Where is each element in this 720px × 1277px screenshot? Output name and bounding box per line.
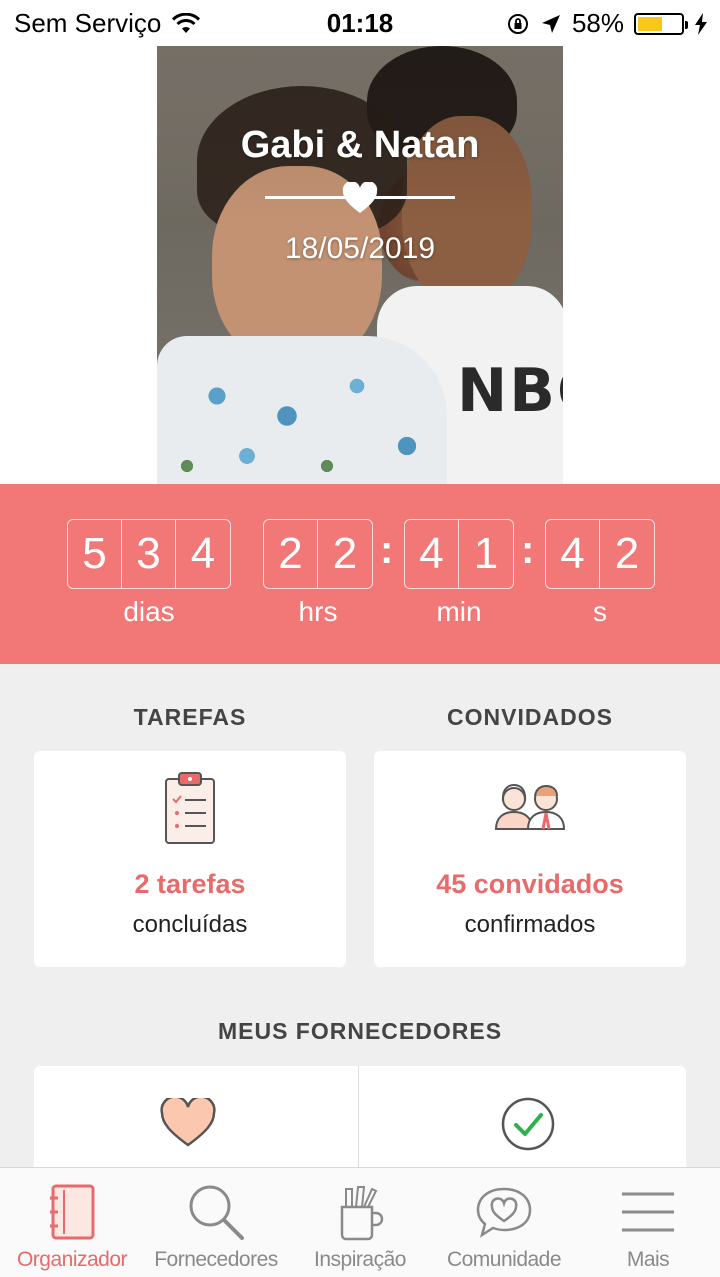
- notebook-icon: [50, 1184, 95, 1240]
- tab-label: Inspiração: [314, 1248, 406, 1271]
- tasks-subtitle: concluídas: [132, 911, 248, 938]
- tab-label: Organizador: [16, 1248, 128, 1271]
- guests-heading: CONVIDADOS: [447, 704, 613, 730]
- countdown-digit: 3: [122, 520, 176, 588]
- favorite-suppliers-cell[interactable]: [34, 1066, 358, 1176]
- countdown-digit: 4: [190, 529, 216, 578]
- hired-suppliers-cell[interactable]: [359, 1066, 686, 1176]
- countdown-minutes: 4 1: [404, 519, 514, 589]
- couple-guests-icon: [494, 783, 566, 830]
- countdown-label-seconds: s: [593, 596, 607, 627]
- guests-subtitle: confirmados: [464, 911, 596, 938]
- countdown-digit: 1: [473, 529, 499, 578]
- status-bar: Sem Serviço 01:18 58%: [0, 0, 720, 46]
- chat-heart-icon: [476, 1187, 532, 1238]
- tasks-count: 2 tarefas: [134, 869, 246, 899]
- suppliers-heading: MEUS FORNECEDORES: [217, 1018, 503, 1044]
- tasks-card[interactable]: 2 tarefas concluídas: [34, 751, 346, 967]
- location-arrow-icon: [541, 14, 560, 33]
- countdown-separator: :: [521, 528, 535, 572]
- tab-fornecedores[interactable]: Fornecedores: [144, 1168, 288, 1277]
- tab-inspiracao[interactable]: Inspiração: [288, 1168, 432, 1277]
- countdown-hours: 2 2: [263, 519, 373, 589]
- wedding-date: 18/05/2019: [284, 232, 436, 265]
- countdown-panel: 5 3 4 2 2 : 4 1 : 4 2 dias hrs min s: [0, 484, 720, 664]
- orientation-lock-icon: [507, 13, 528, 34]
- menu-icon: [622, 1192, 674, 1232]
- countdown-label-hours: hrs: [298, 596, 338, 627]
- tab-mais[interactable]: Mais: [576, 1168, 720, 1277]
- charging-bolt-icon: [695, 12, 707, 35]
- pencil-cup-icon: [340, 1186, 384, 1241]
- countdown-seconds: 4 2: [545, 519, 655, 589]
- countdown-digit: 2: [332, 529, 358, 578]
- tab-comunidade[interactable]: Comunidade: [432, 1168, 576, 1277]
- check-circle-icon: [501, 1097, 555, 1151]
- tab-label: Fornecedores: [154, 1248, 278, 1271]
- search-icon: [189, 1185, 244, 1240]
- countdown-label-days: dias: [123, 596, 175, 627]
- countdown-digit: 4: [405, 520, 459, 588]
- countdown-digit: 2: [264, 520, 318, 588]
- countdown-digit: 2: [614, 529, 640, 578]
- countdown-days: 5 3 4: [67, 519, 231, 589]
- tab-label: Mais: [626, 1248, 670, 1271]
- guests-card[interactable]: 45 convidados confirmados: [374, 751, 686, 967]
- clipboard-checklist-icon: [165, 772, 215, 844]
- heart-icon: [342, 182, 378, 213]
- couple-names: Gabi & Natan: [240, 124, 480, 166]
- tab-organizador[interactable]: Organizador: [0, 1168, 144, 1277]
- battery-icon: [634, 12, 688, 35]
- countdown-label-minutes: min: [436, 596, 482, 627]
- tab-label: Comunidade: [446, 1248, 562, 1271]
- countdown-digit: 4: [546, 520, 600, 588]
- battery-percent: 58%: [571, 8, 624, 38]
- countdown-digit: 5: [68, 520, 122, 588]
- guests-count: 45 convidados: [436, 869, 624, 899]
- tasks-heading: TAREFAS: [133, 704, 247, 730]
- suppliers-card: [34, 1066, 686, 1176]
- heart-icon: [160, 1098, 216, 1147]
- couple-header: NBO Gabi & Natan 18/05/2019: [0, 46, 720, 484]
- countdown-separator: :: [380, 528, 394, 572]
- tab-bar: Organizador Fornecedores Inspiração Comu…: [0, 1167, 720, 1277]
